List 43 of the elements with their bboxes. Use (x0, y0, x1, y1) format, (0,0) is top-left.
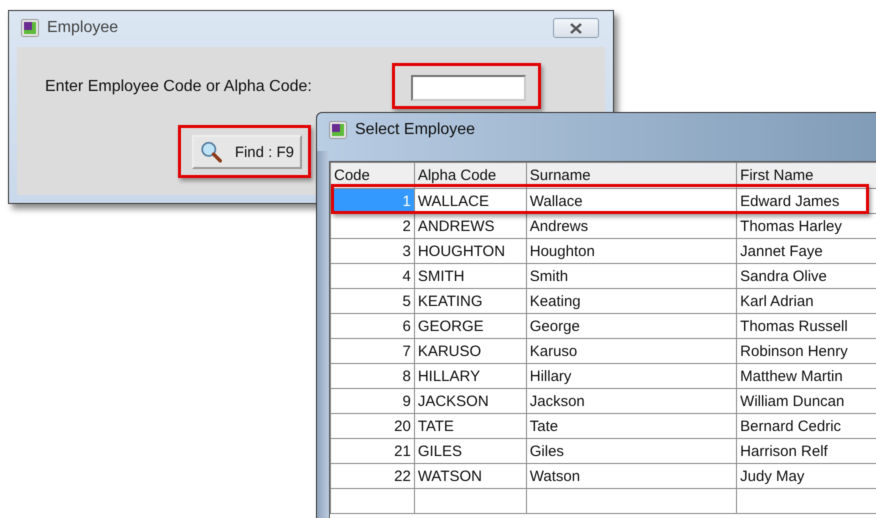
table-cell: TATE (414, 414, 526, 438)
close-button[interactable] (553, 18, 599, 38)
window-title: Select Employee (355, 121, 476, 139)
table-cell: GILES (414, 438, 526, 464)
table-cell: 9 (330, 388, 414, 414)
table-cell: ANDREWS (414, 214, 526, 238)
table-cell: Giles (526, 438, 737, 464)
table-cell: Tate (526, 414, 737, 438)
app-icon (329, 121, 347, 139)
table-cell: 20 (330, 414, 414, 438)
table-cell: KARUSO (414, 338, 526, 364)
table-cell: 6 (330, 314, 414, 338)
table-cell: SMITH (414, 264, 526, 288)
table-cell: Jackson (526, 388, 737, 414)
table-cell: WATSON (414, 464, 526, 488)
employee-code-field[interactable] (411, 75, 526, 101)
table-cell: Keating (526, 288, 737, 314)
app-icon (21, 19, 39, 37)
table-cell: Smith (526, 264, 737, 288)
table-cell: 7 (330, 338, 414, 364)
table-cell: 4 (330, 264, 414, 288)
table-cell: Hillary (526, 364, 737, 388)
prompt-label: Enter Employee Code or Alpha Code: (45, 78, 312, 96)
table-cell: 8 (330, 364, 414, 388)
table-cell: 3 (330, 238, 414, 264)
table-cell: 22 (330, 464, 414, 488)
table-cell: HOUGHTON (414, 238, 526, 264)
table-cell: 21 (330, 438, 414, 464)
table-cell: 5 (330, 288, 414, 314)
search-icon (200, 139, 223, 165)
table-cell: Andrews (526, 214, 737, 238)
close-icon (570, 22, 582, 34)
table-cell: George (526, 314, 737, 338)
table-cell: HILLARY (414, 364, 526, 388)
table-cell: Watson (526, 464, 737, 488)
window-title: Employee (47, 19, 118, 37)
table-cell: 2 (330, 214, 414, 238)
table-cell: JACKSON (414, 388, 526, 414)
find-button[interactable]: Find : F9 (192, 135, 302, 169)
table-cell: GEORGE (414, 314, 526, 338)
table-cell: Karuso (526, 338, 737, 364)
table-cell: Houghton (526, 238, 737, 264)
table-cell: KEATING (414, 288, 526, 314)
